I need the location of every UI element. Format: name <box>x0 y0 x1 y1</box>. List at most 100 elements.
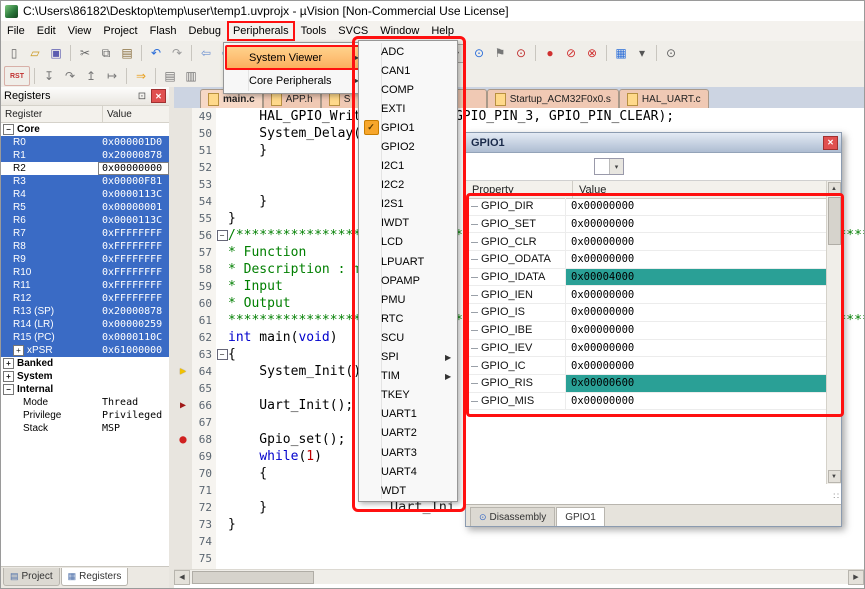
open-folder-icon[interactable]: ▱ <box>25 44 45 62</box>
submenu-item-adc[interactable]: ADC <box>359 42 457 61</box>
window-layout-icon[interactable]: ▦ <box>611 44 631 62</box>
redo-icon[interactable]: ↷ <box>167 44 187 62</box>
register-row[interactable]: R15 (PC)0x0000110C <box>1 331 169 344</box>
property-value[interactable]: 0x00000000 <box>566 304 826 321</box>
submenu-item-lpuart[interactable]: LPUART <box>359 252 457 271</box>
register-row[interactable]: R00x000001D0 <box>1 136 169 149</box>
step-out-icon[interactable]: ↥ <box>81 67 101 85</box>
register-row[interactable]: R80xFFFFFFFF <box>1 240 169 253</box>
gpio-property-row[interactable]: GPIO_IS0x00000000 <box>466 304 826 322</box>
code-text[interactable]: HAL_GPIO_WritePin(GPIOD, GPIO_PIN_3, GPI… <box>228 108 864 125</box>
gpio-property-row[interactable]: GPIO_DIR0x00000000 <box>466 198 826 216</box>
submenu-item-comp[interactable]: COMP <box>359 80 457 99</box>
layout-dropdown-icon[interactable]: ▾ <box>632 44 652 62</box>
menu-item-project[interactable]: Project <box>97 21 143 41</box>
register-row[interactable]: +xPSR0x61000000 <box>1 344 169 357</box>
register-row[interactable]: R100xFFFFFFFF <box>1 266 169 279</box>
scroll-right-icon[interactable]: ▶ <box>848 570 864 585</box>
register-row[interactable]: R60x0000113C <box>1 214 169 227</box>
register-row[interactable]: −Internal <box>1 383 169 396</box>
menu-item-peripherals[interactable]: Peripherals <box>227 21 295 41</box>
submenu-item-i2c1[interactable]: I2C1 <box>359 157 457 176</box>
step-into-icon[interactable]: ↧ <box>39 67 59 85</box>
chevron-down-icon[interactable]: ▾ <box>609 159 623 174</box>
flag-icon[interactable]: ⚑ <box>490 44 510 62</box>
submenu-item-uart2[interactable]: UART2 <box>359 424 457 443</box>
register-row[interactable]: +System <box>1 370 169 383</box>
copy-icon[interactable]: ⧉ <box>96 44 116 62</box>
property-value[interactable]: 0x00000000 <box>566 322 826 339</box>
submenu-item-gpio1[interactable]: ✓GPIO1 <box>359 118 457 137</box>
gpio1-combo[interactable]: ▾ <box>594 158 624 175</box>
gpio1-close-icon[interactable]: ✕ <box>823 136 838 150</box>
property-value[interactable]: 0x00000000 <box>566 357 826 374</box>
code-text[interactable] <box>228 533 864 550</box>
register-row[interactable]: R70xFFFFFFFF <box>1 227 169 240</box>
property-value[interactable]: 0x00000000 <box>566 393 826 410</box>
search-in-files-icon[interactable]: ⊙ <box>511 44 531 62</box>
collapse-icon[interactable]: − <box>3 124 14 135</box>
gpio-property-row[interactable]: GPIO_IEV0x00000000 <box>466 340 826 358</box>
run-to-cursor-icon[interactable]: ↦ <box>102 67 122 85</box>
register-row[interactable]: ModeThread <box>1 396 169 409</box>
editor-tab-hal-uart-c[interactable]: HAL_UART.c <box>619 89 709 108</box>
submenu-item-can1[interactable]: CAN1 <box>359 61 457 80</box>
submenu-item-exti[interactable]: EXTI <box>359 99 457 118</box>
submenu-item-scu[interactable]: SCU <box>359 328 457 347</box>
register-row[interactable]: R90xFFFFFFFF <box>1 253 169 266</box>
gpio-property-row[interactable]: GPIO_RIS0x00000600 <box>466 375 826 393</box>
fold-icon[interactable]: − <box>217 230 228 241</box>
submenu-item-uart1[interactable]: UART1 <box>359 405 457 424</box>
panel-tab-project[interactable]: ▤Project <box>3 568 60 586</box>
expand-icon[interactable]: + <box>3 358 14 369</box>
scrollbar-thumb[interactable] <box>828 197 841 245</box>
window-tab-disassembly[interactable]: ⊙Disassembly <box>470 507 555 526</box>
property-value[interactable]: 0x00000000 <box>566 286 826 303</box>
menu-item-flash[interactable]: Flash <box>144 21 183 41</box>
gpio-property-row[interactable]: GPIO_CLR0x00000000 <box>466 233 826 251</box>
menu-item-core-peripherals[interactable]: Core Peripherals▶ <box>225 70 361 91</box>
expand-icon[interactable]: + <box>13 345 24 356</box>
gpio-property-row[interactable]: GPIO_IBE0x00000000 <box>466 322 826 340</box>
register-row[interactable]: R10x20000878 <box>1 149 169 162</box>
submenu-item-i2s1[interactable]: I2S1 <box>359 195 457 214</box>
gpio-property-row[interactable]: GPIO_IDATA0x00004000 <box>466 269 826 287</box>
command-window-icon[interactable]: ▤ <box>160 67 180 85</box>
menu-item-view[interactable]: View <box>62 21 98 41</box>
submenu-item-i2c2[interactable]: I2C2 <box>359 176 457 195</box>
collapse-icon[interactable]: − <box>3 384 14 395</box>
gpio1-vscrollbar[interactable]: ▲ ▼ <box>826 181 841 484</box>
submenu-item-uart4[interactable]: UART4 <box>359 462 457 481</box>
find-icon[interactable]: ⊙ <box>469 44 489 62</box>
submenu-item-wdt[interactable]: WDT <box>359 481 457 500</box>
scroll-up-icon[interactable]: ▲ <box>828 182 841 195</box>
cut-icon[interactable]: ✂ <box>75 44 95 62</box>
register-row[interactable]: R20x00000000 <box>1 162 169 175</box>
resize-grip[interactable]: ∷ <box>833 491 839 502</box>
submenu-item-opamp[interactable]: OPAMP <box>359 271 457 290</box>
property-value[interactable]: 0x00004000 <box>566 269 826 286</box>
register-row[interactable]: StackMSP <box>1 422 169 435</box>
new-file-icon[interactable]: ▯ <box>4 44 24 62</box>
submenu-item-uart3[interactable]: UART3 <box>359 443 457 462</box>
submenu-item-tim[interactable]: TIM▶ <box>359 367 457 386</box>
property-value[interactable]: 0x00000000 <box>566 198 826 215</box>
gpio-property-row[interactable]: GPIO_ODATA0x00000000 <box>466 251 826 269</box>
submenu-item-pmu[interactable]: PMU <box>359 290 457 309</box>
editor-hscrollbar[interactable]: ◀ ▶ <box>174 569 864 584</box>
code-text[interactable] <box>228 550 864 567</box>
submenu-item-iwdt[interactable]: IWDT <box>359 214 457 233</box>
breakpoint-insert-icon[interactable]: ● <box>540 44 560 62</box>
panel-tab-registers[interactable]: ▦Registers <box>61 568 129 586</box>
register-row[interactable]: PrivilegePrivileged <box>1 409 169 422</box>
register-row[interactable]: +Banked <box>1 357 169 370</box>
close-icon[interactable]: ✕ <box>151 89 166 103</box>
property-value[interactable]: 0x00000000 <box>566 216 826 233</box>
window-tab-gpio1[interactable]: GPIO1 <box>556 507 605 526</box>
submenu-item-rtc[interactable]: RTC <box>359 309 457 328</box>
property-value[interactable]: 0x00000000 <box>566 340 826 357</box>
submenu-item-gpio2[interactable]: GPIO2 <box>359 137 457 156</box>
scrollbar-thumb[interactable] <box>192 571 314 584</box>
register-row[interactable]: R14 (LR)0x00000259 <box>1 318 169 331</box>
magnifier-icon[interactable]: ⊙ <box>661 44 681 62</box>
